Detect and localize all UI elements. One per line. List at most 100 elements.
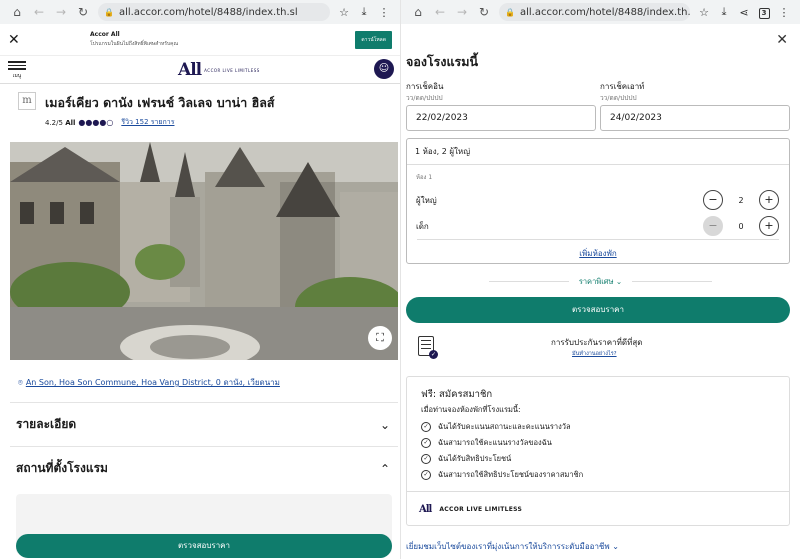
checkout-label: การเช็คเอาท์ (600, 82, 645, 91)
benefit-item: ✓ ฉันสามารถใช้สิทธิประโยชน์ของราคาสมาชิก (421, 469, 583, 481)
add-room-link[interactable]: เพิ่มห้องพัก (417, 239, 779, 260)
account-avatar-icon[interactable]: ☺ (374, 59, 394, 79)
download-icon[interactable]: ⤓ (714, 5, 734, 19)
mercure-brand-icon: m (18, 92, 36, 110)
url-text: all.accor.com/hotel/8488/index.th.sl (118, 6, 298, 18)
rating-score: 4.2/5 (45, 118, 63, 127)
details-heading: รายละเอียด (16, 417, 77, 431)
adults-increment-button[interactable]: + (759, 190, 779, 210)
address-bar[interactable]: 🔒 all.accor.com/hotel/8488/index.th.sl (98, 3, 330, 21)
chevron-up-icon: ⌃ (379, 461, 390, 476)
bookmark-star-icon[interactable]: ☆ (334, 6, 354, 19)
expand-gallery-icon[interactable]: ⛶ (368, 326, 392, 350)
details-accordion[interactable]: รายละเอียด ⌄ (10, 402, 398, 446)
promo-subtitle: โปรแกรมในฝันไม่ถึงสิทธิ์พิเศษสำหรับคุณ (90, 41, 179, 47)
accor-tagline: ACCOR LIVE LIMITLESS (439, 506, 523, 513)
chevron-down-icon: ⌄ (379, 417, 390, 432)
close-icon[interactable]: ✕ (776, 32, 788, 48)
chevron-down-icon: ⌄ (612, 542, 619, 551)
guests-selector: 1 ห้อง, 2 ผู้ใหญ่ ห้อง 1 ผู้ใหญ่ − 2 + เ… (406, 138, 790, 264)
room-label: ห้อง 1 (416, 174, 433, 181)
children-count: 0 (738, 221, 744, 231)
best-price-guarantee: ✓ การรับประกันราคาที่ดีที่สุด มันทำงานอย… (406, 334, 790, 366)
benefit-item: ✓ ฉันสามารถใช้คะแนนรางวัลของฉัน (421, 437, 552, 449)
hotel-photo[interactable]: ⛶ (10, 142, 398, 360)
checkin-label: การเช็คอิน (406, 82, 444, 91)
hotel-address-link[interactable]: ⌾ An Son, Hoa Son Commune, Hoa Vang Distr… (18, 376, 280, 389)
forward-icon[interactable]: → (50, 5, 72, 19)
adults-count: 2 (738, 195, 744, 205)
address-bar[interactable]: 🔒 all.accor.com/hotel/8488/index.th.sl (499, 3, 690, 21)
menu-button[interactable]: เมนู (8, 59, 26, 80)
browser-toolbar: ⌂ ← → ↻ 🔒 all.accor.com/hotel/8488/index… (0, 0, 400, 24)
bookmark-star-icon[interactable]: ☆ (694, 6, 714, 19)
booking-pane: ⌂ ← → ↻ 🔒 all.accor.com/hotel/8488/index… (400, 0, 800, 559)
children-row: เด็ก − 0 + (407, 213, 789, 239)
location-accordion[interactable]: สถานที่ตั้งโรงแรม ⌃ (10, 446, 398, 490)
accor-logo[interactable]: All ACCOR LIVE LIMITLESS (178, 60, 260, 80)
children-increment-button[interactable]: + (759, 216, 779, 236)
reload-icon[interactable]: ↻ (72, 5, 94, 19)
guests-summary-field[interactable]: 1 ห้อง, 2 ผู้ใหญ่ (407, 139, 789, 165)
check-price-button[interactable]: ตรวจสอบราคา (16, 534, 392, 558)
rating-dots-icon: ●●●●○ (78, 118, 114, 127)
guarantee-title: การรับประกันราคาที่ดีที่สุด (551, 338, 643, 347)
close-icon[interactable]: ✕ (8, 32, 30, 48)
membership-footer: All ACCOR LIVE LIMITLESS (407, 491, 789, 527)
adults-decrement-button[interactable]: − (703, 190, 723, 210)
membership-subtitle: เมื่อท่านจองห้องพักที่โรงแรมนี้: (421, 405, 521, 414)
check-circle-icon: ✓ (421, 454, 431, 464)
lock-icon: 🔒 (104, 7, 114, 17)
tab-switcher-icon[interactable]: 3 (754, 5, 774, 19)
hotel-page-pane: ⌂ ← → ↻ 🔒 all.accor.com/hotel/8488/index… (0, 0, 400, 559)
check-circle-icon: ✓ (421, 470, 431, 480)
children-label: เด็ก (416, 221, 429, 231)
adults-row: ผู้ใหญ่ − 2 + (407, 187, 789, 213)
browser-toolbar: ⌂ ← → ↻ 🔒 all.accor.com/hotel/8488/index… (401, 0, 800, 24)
special-rate-toggle[interactable]: ราคาพิเศษ ⌄ (401, 276, 800, 288)
home-icon[interactable]: ⌂ (6, 5, 28, 19)
back-icon[interactable]: ← (429, 5, 451, 19)
hamburger-icon (8, 61, 26, 63)
check-price-button[interactable]: ตรวจสอบราคา (406, 297, 790, 323)
how-it-works-link[interactable]: มันทำงานอย่างไร? (572, 350, 617, 358)
checkin-date-field[interactable]: 22/02/2023 (406, 105, 596, 131)
download-icon[interactable]: ⤓ (354, 5, 374, 19)
membership-card: ฟรี: สมัครสมาชิก เมื่อท่านจองห้องพักที่โ… (406, 376, 790, 526)
more-menu-icon[interactable]: ⋮ (774, 6, 794, 19)
location-heading: สถานที่ตั้งโรงแรม (16, 461, 108, 475)
membership-title: ฟรี: สมัครสมาชิก (421, 389, 493, 400)
share-icon[interactable]: ⋖ (734, 6, 754, 19)
promo-title: Accor All (90, 31, 120, 38)
benefit-item: ✓ ฉันได้รับสิทธิประโยชน์ (421, 453, 511, 465)
more-menu-icon[interactable]: ⋮ (374, 6, 394, 19)
check-circle-icon: ✓ (421, 422, 431, 432)
lock-icon: 🔒 (505, 7, 515, 17)
reload-icon[interactable]: ↻ (473, 5, 495, 19)
location-pin-icon: ⌾ (18, 378, 23, 387)
accor-all-logo: All (419, 504, 432, 515)
professional-site-link[interactable]: เยี่ยมชมเว็บไซต์ของเราที่มุ่งเน้นการให้บ… (406, 540, 619, 553)
checkin-hint: วว/ดด/ปปปป (406, 94, 443, 102)
check-circle-icon: ✓ (421, 438, 431, 448)
chevron-down-icon: ⌄ (615, 277, 623, 286)
adults-label: ผู้ใหญ่ (416, 195, 437, 205)
home-icon[interactable]: ⌂ (407, 5, 429, 19)
checkout-date-field[interactable]: 24/02/2023 (600, 105, 790, 131)
children-decrement-button[interactable]: − (703, 216, 723, 236)
hotel-header: m เมอร์เคียว ดานัง เฟรนช์ วิลเลจ บาน่า ฮ… (0, 84, 400, 113)
booking-title: จองโรงแรมนี้ (406, 54, 479, 69)
forward-icon[interactable]: → (451, 5, 473, 19)
promo-download-button[interactable]: ดาวน์โหลด (355, 30, 392, 49)
url-text: all.accor.com/hotel/8488/index.th.sl (519, 6, 690, 18)
hotel-photo-image (10, 142, 398, 360)
app-promo-banner: ✕ Accor All โปรแกรมในฝันไม่ถึงสิทธิ์พิเศ… (0, 24, 400, 56)
logo-tagline: ACCOR LIVE LIMITLESS (204, 67, 260, 73)
benefit-item: ✓ ฉันได้รับคะแนนสถานะและคะแนนรางวัล (421, 421, 571, 433)
reviews-link[interactable]: รีวิว 152 รายการ (121, 117, 174, 128)
hotel-rating: 4.2/5 All ●●●●○ รีวิว 152 รายการ (0, 113, 400, 128)
menu-label: เมนู (12, 72, 22, 79)
rating-brand: All (65, 118, 76, 127)
back-icon[interactable]: ← (28, 5, 50, 19)
checkout-hint: วว/ดด/ปปปป (600, 94, 637, 102)
